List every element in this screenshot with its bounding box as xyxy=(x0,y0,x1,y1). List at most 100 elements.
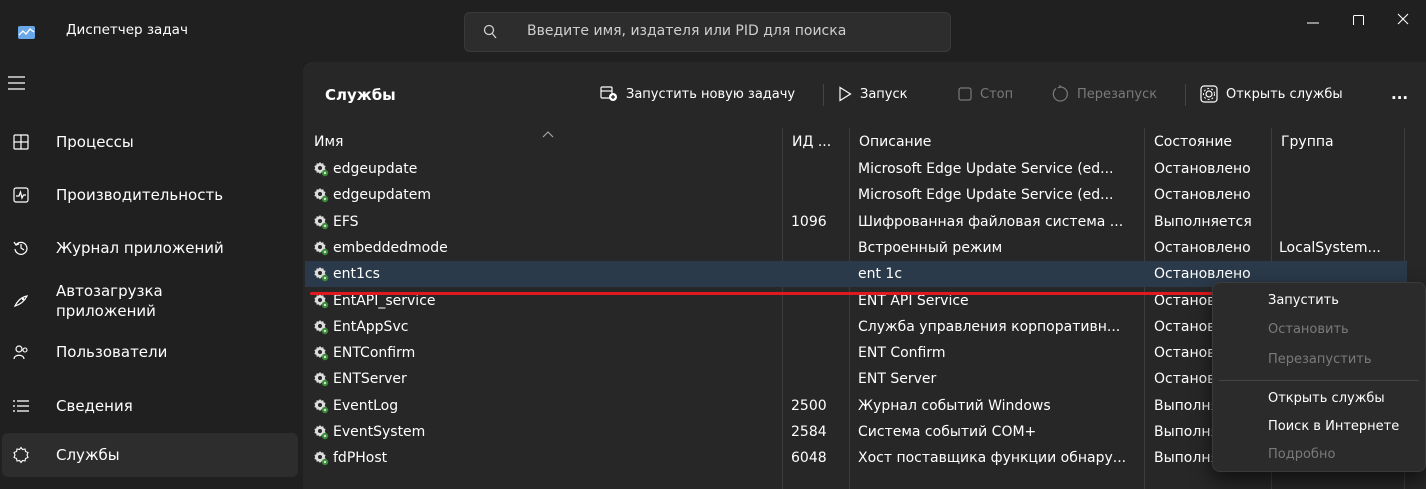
cell-pid xyxy=(791,340,847,366)
cell-pid: 6048 xyxy=(791,450,827,467)
sidebar-item-label: Службы xyxy=(56,446,120,464)
table-header: Имя ИД ... Описание Состояние Группа xyxy=(303,128,1407,156)
context-menu: Запустить Остановить Перезапустить Откры… xyxy=(1212,282,1426,472)
start-button[interactable]: Запуск xyxy=(838,76,908,112)
column-header-group[interactable]: Группа xyxy=(1272,128,1400,156)
service-gear-icon xyxy=(313,371,329,391)
annotation-underline xyxy=(310,292,1220,295)
sidebar-item-label: Процессы xyxy=(56,133,134,151)
services-icon xyxy=(10,444,32,466)
restart-icon xyxy=(1051,85,1069,103)
cell-status: Остановлено xyxy=(1154,239,1251,256)
service-gear-icon xyxy=(313,266,329,286)
cell-description: ent 1c xyxy=(858,266,903,283)
search-icon xyxy=(483,24,497,44)
run-new-task-button[interactable]: Запустить новую задачу xyxy=(600,76,795,112)
cell-status: Выполняется xyxy=(1154,213,1252,230)
column-header-name[interactable]: Имя xyxy=(305,128,782,156)
menu-button[interactable] xyxy=(8,76,34,102)
column-header-description[interactable]: Описание xyxy=(850,128,1144,156)
performance-icon xyxy=(10,184,32,206)
cell-name: EventLog xyxy=(333,397,399,414)
menu-item-start[interactable]: Запустить xyxy=(1268,293,1339,308)
users-icon xyxy=(10,341,32,363)
sidebar-item-label: Журнал приложений xyxy=(56,239,224,257)
cell-pid xyxy=(791,314,847,340)
sidebar-item-label: Автозагрузка приложений xyxy=(56,282,163,320)
sidebar-item-users[interactable]: Пользователи xyxy=(2,332,298,372)
cell-group xyxy=(1279,156,1401,182)
menu-item-stop[interactable]: Остановить xyxy=(1268,322,1349,337)
close-button[interactable] xyxy=(1380,0,1426,38)
details-icon xyxy=(10,395,32,417)
table-row[interactable]: edgeupdatem Microsoft Edge Update Service… xyxy=(305,182,1407,208)
sidebar-item-details[interactable]: Сведения xyxy=(2,386,298,426)
cell-name: edgeupdate xyxy=(333,161,418,177)
cell-pid: 2500 xyxy=(791,397,827,414)
column-header-status[interactable]: Состояние xyxy=(1145,128,1271,156)
sidebar-item-label: Пользователи xyxy=(56,343,168,361)
stop-button[interactable]: Стоп xyxy=(958,76,1013,112)
cell-description: Система событий COM+ xyxy=(858,424,1037,440)
search-input[interactable]: Введите имя, издателя или PID для поиска xyxy=(527,23,846,39)
menu-item-restart[interactable]: Перезапустить xyxy=(1268,352,1372,367)
cell-pid: 2584 xyxy=(791,424,827,440)
menu-item-search-online[interactable]: Поиск в Интернете xyxy=(1268,419,1399,434)
cell-pid xyxy=(791,235,847,261)
menu-separator xyxy=(1219,380,1419,381)
hamburger-icon xyxy=(8,76,25,90)
service-gear-icon xyxy=(313,319,329,339)
cell-description: Служба управления корпоративн... xyxy=(858,318,1121,335)
stop-icon xyxy=(958,87,972,101)
minimize-button[interactable] xyxy=(1290,0,1336,38)
menu-item-properties[interactable]: Подробно xyxy=(1268,447,1335,462)
sidebar: Процессы Производительность Журнал прило… xyxy=(0,62,303,489)
cell-pid: 1096 xyxy=(791,213,827,230)
cell-name: embeddedmode xyxy=(333,239,448,256)
new-task-icon xyxy=(600,86,618,102)
sidebar-item-app-history[interactable]: Журнал приложений xyxy=(2,228,298,268)
cell-name: EventSystem xyxy=(333,424,426,440)
more-icon: ... xyxy=(1391,85,1409,103)
service-gear-icon xyxy=(313,450,329,470)
maximize-button[interactable] xyxy=(1336,0,1382,38)
open-services-button[interactable]: Открыть службы xyxy=(1200,76,1343,112)
sidebar-item-label: Сведения xyxy=(56,397,133,415)
cell-group xyxy=(1279,182,1401,208)
maximize-icon xyxy=(1353,15,1364,25)
cell-name: fdPHost xyxy=(333,450,388,467)
sidebar-item-services[interactable]: Службы xyxy=(2,433,298,477)
table-row[interactable]: embeddedmode Встроенный режим Остановлено L… xyxy=(305,235,1407,261)
search-box[interactable]: Введите имя, издателя или PID для поиска xyxy=(464,12,951,52)
service-gear-icon xyxy=(313,161,329,181)
cell-name: EntAppSvc xyxy=(333,318,409,335)
service-gear-icon xyxy=(313,214,329,234)
table-row[interactable]: EFS 1096 Шифрованная файловая система ... В… xyxy=(305,209,1407,235)
page-title: Службы xyxy=(325,86,396,104)
cell-pid xyxy=(791,182,847,208)
restart-button[interactable]: Перезапуск xyxy=(1051,76,1157,112)
service-gear-icon xyxy=(313,345,329,365)
service-gear-icon xyxy=(313,187,329,207)
menu-item-open-services[interactable]: Открыть службы xyxy=(1268,391,1385,406)
cell-description: Хост поставщика функции обнару... xyxy=(858,450,1127,467)
startup-icon xyxy=(10,290,32,312)
window-title: Диспетчер задач xyxy=(66,22,188,38)
table-row[interactable]: edgeupdate Microsoft Edge Update Service … xyxy=(305,156,1407,182)
column-header-pid[interactable]: ИД ... xyxy=(783,128,849,156)
cell-status: Остановлено xyxy=(1154,187,1251,204)
more-options-button[interactable]: ... xyxy=(1391,76,1408,112)
toolbar-divider xyxy=(1185,84,1186,106)
sidebar-item-performance[interactable]: Производительность xyxy=(2,175,298,215)
service-gear-icon xyxy=(313,293,329,313)
cell-name: edgeupdatem xyxy=(333,187,431,204)
sidebar-item-processes[interactable]: Процессы xyxy=(2,122,298,162)
cell-description: Microsoft Edge Update Service (ed... xyxy=(858,187,1114,204)
sort-ascending-icon xyxy=(542,120,554,148)
cell-description: ENT Confirm xyxy=(858,345,946,362)
play-icon xyxy=(838,86,852,102)
task-manager-logo-icon xyxy=(18,26,35,39)
sidebar-item-startup[interactable]: Автозагрузка приложений xyxy=(2,276,298,326)
cell-name: EFS xyxy=(333,213,359,230)
cell-description: Microsoft Edge Update Service (ed... xyxy=(858,161,1114,177)
